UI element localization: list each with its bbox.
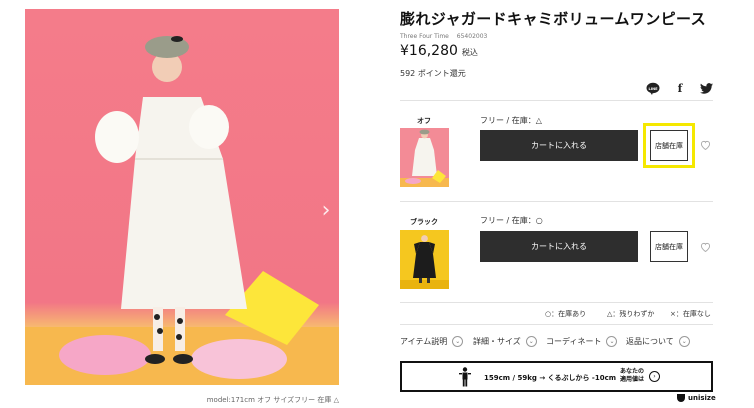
divider (400, 100, 713, 101)
chevron-down-icon: ⌄ (525, 336, 537, 347)
tab-label: コーディネート (546, 337, 602, 346)
chevron-right-icon: › (649, 371, 660, 382)
chevron-down-icon: ⌄ (452, 336, 464, 347)
variant-color-name: ブラック (410, 218, 438, 226)
heart-icon[interactable] (698, 138, 712, 152)
variant-stock: フリー / 在庫：△ (480, 116, 542, 125)
model-caption: model:171cm オフ サイズフリー 在庫 △ (206, 396, 339, 404)
unisize-sub-line2: 適用値は (620, 376, 645, 383)
product-price: ¥16,280 税込 (400, 43, 478, 59)
line-icon[interactable]: LINE (646, 81, 660, 95)
unisize-sublabel: あなたの 適用値は (620, 368, 644, 384)
facebook-icon[interactable]: f (676, 81, 684, 95)
chevron-down-icon: ⌄ (678, 336, 690, 347)
unisize-recommendation-button[interactable]: 159cm / 59kg → くるぶしから -10cm あなたの 適用値は › (400, 361, 713, 392)
unisize-logo-mark (677, 394, 685, 402)
heart-icon[interactable] (698, 240, 712, 254)
product-code: 65402003 (456, 33, 488, 40)
store-stock-button[interactable]: 店舗在庫 (650, 231, 688, 262)
product-main-image[interactable] (25, 9, 339, 385)
tab-label: 詳細・サイズ (473, 337, 521, 346)
tab-item-description[interactable]: アイテム説明 ⌄ (400, 336, 464, 347)
brand-line: Three Four Time 65402003 (400, 33, 487, 40)
twitter-icon[interactable] (699, 81, 713, 95)
product-title: 膨れジャガードキャミボリュームワンピース (400, 10, 707, 28)
add-to-cart-button[interactable]: カートに入れる (480, 231, 638, 262)
unisize-logo: unisize (677, 394, 716, 402)
line-icon-label: LINE (648, 86, 658, 90)
chevron-down-icon: ⌄ (606, 336, 618, 347)
divider (400, 302, 713, 303)
price-value: ¥16,280 (400, 43, 458, 59)
unisize-sub-line1: あなたの (620, 368, 645, 375)
add-to-cart-button[interactable]: カートに入れる (480, 130, 638, 161)
tab-coordinate[interactable]: コーディネート ⌄ (546, 336, 618, 347)
tab-label: アイテム説明 (400, 337, 448, 346)
store-stock-button[interactable]: 店舗在庫 (650, 130, 688, 161)
legend-no-stock: ×：在庫なし (670, 310, 711, 318)
divider (400, 201, 713, 202)
tab-details-size[interactable]: 詳細・サイズ ⌄ (473, 336, 537, 347)
divider (400, 324, 713, 325)
brand-name[interactable]: Three Four Time (400, 33, 449, 40)
variant-color-name: オフ (417, 117, 431, 125)
legend-in-stock: ○：在庫あり (545, 310, 587, 318)
tab-label: 返品について (626, 337, 674, 346)
tax-label: 税込 (461, 48, 478, 57)
legend-few-left: △：残りわずか (607, 310, 655, 318)
body-figure-icon (459, 367, 471, 387)
tab-returns[interactable]: 返品について ⌄ (626, 336, 690, 347)
next-image-arrow[interactable]: › (318, 196, 334, 224)
variant-thumbnail-black[interactable] (400, 230, 449, 289)
points-reward: 592 ポイント還元 (400, 69, 466, 78)
variant-stock: フリー / 在庫：○ (480, 216, 543, 225)
unisize-summary: 159cm / 59kg → くるぶしから -10cm (484, 374, 617, 382)
unisize-logo-text: unisize (688, 394, 716, 402)
variant-thumbnail-off[interactable] (400, 128, 449, 187)
